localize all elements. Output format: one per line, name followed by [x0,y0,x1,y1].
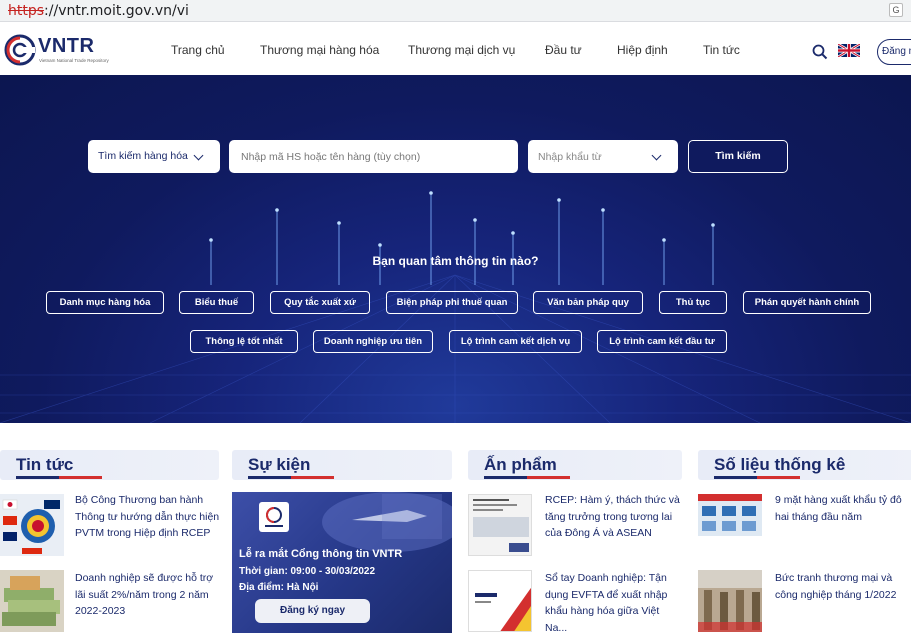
statistics-item-1[interactable]: 9 mặt hàng xuất khẩu tỷ đô hai tháng đầu… [775,492,911,525]
section-underline [714,476,800,479]
news-item-2[interactable]: Doanh nghiệp sẽ được hỗ trợ lãi suất 2%/… [75,570,220,620]
section-underline [16,476,102,479]
topic-rules-of-origin[interactable]: Quy tắc xuất xứ [270,291,370,314]
statistics-item-2[interactable]: Bức tranh thương mại và công nghiệp thán… [775,570,911,603]
nav-home[interactable]: Trang chủ [171,43,225,57]
search-type-value: Tìm kiếm hàng hóa [98,150,188,162]
events-section-title: Sự kiện [248,455,311,474]
event-place: Địa điểm: Hà Nội [239,582,319,593]
hs-code-search-input[interactable] [229,140,518,173]
publication-item-2[interactable]: Sổ tay Doanh nghiệp: Tận dụng EVFTA để x… [545,570,682,636]
statistics-section-header[interactable]: Số liệu thống kê [698,450,911,480]
topic-rulings[interactable]: Phán quyết hành chính [743,291,871,314]
hero-question: Bạn quan tâm thông tin nào? [372,254,539,268]
news-item-1[interactable]: Bộ Công Thương ban hành Thông tư hướng d… [75,492,220,542]
logo-mark-icon [4,34,36,66]
statistics-section-title: Số liệu thống kê [714,455,846,474]
topic-service-commitments[interactable]: Lộ trình cam kết dịch vụ [449,330,582,353]
hero-background-graphic [0,191,911,423]
nav-news[interactable]: Tin tức [703,43,740,57]
export-infographic-image [698,494,762,531]
topic-non-tariff[interactable]: Biện pháp phi thuế quan [386,291,518,314]
statistics-thumbnail-1[interactable] [698,494,762,536]
chevron-down-icon [193,150,204,161]
publication-thumbnail-1[interactable] [468,494,532,556]
import-market-select[interactable]: Nhập khẩu từ [528,140,678,173]
publication-cover-image [473,499,529,552]
search-button[interactable]: Tìm kiếm [688,140,788,173]
login-button[interactable]: Đăng n [877,39,911,65]
topic-tariff[interactable]: Biểu thuế [179,291,254,314]
translate-icon[interactable]: G [889,3,903,17]
search-icon[interactable] [812,44,828,60]
event-title: Lễ ra mắt Cổng thông tin VNTR [239,548,403,560]
publications-section-header[interactable]: Ấn phẩm [468,450,682,480]
section-underline [484,476,570,479]
nav-services-trade[interactable]: Thương mại dịch vụ [408,43,515,57]
logo-text: VNTR [38,35,95,57]
nav-goods-trade[interactable]: Thương mại hàng hóa [260,43,379,57]
publications-section-title: Ấn phẩm [484,455,557,474]
url-host: ://vntr.moit.gov.vn/vi [44,3,189,19]
chevron-down-icon [651,150,662,161]
publication-thumbnail-2[interactable] [468,570,532,632]
section-underline [248,476,334,479]
url-protocol: https [8,3,45,19]
asean-map-image [2,499,60,554]
topic-legal-docs[interactable]: Văn bản pháp quy [533,291,643,314]
topic-goods-catalog[interactable]: Danh mục hàng hóa [46,291,164,314]
import-market-value: Nhập khẩu từ [538,151,602,163]
logo-subtitle: Vietnam National Trade Repository [39,58,109,63]
event-logo [259,502,289,532]
nav-investment[interactable]: Đầu tư [545,43,582,57]
topic-procedures[interactable]: Thủ tục [659,291,727,314]
address-bar[interactable]: https://vntr.moit.gov.vn/vi G [0,0,911,22]
evfta-handbook-cover-image [475,587,531,631]
hero-banner: Tìm kiếm hàng hóa Nhập khẩu từ Tìm kiếm … [0,75,911,423]
news-section-title: Tin tức [16,455,74,474]
register-button[interactable]: Đăng ký ngay [255,599,370,623]
site-logo[interactable]: VNTR Vietnam National Trade Repository [4,33,109,67]
event-time: Thời gian: 09:00 - 30/03/2022 [239,566,376,577]
logo-mark-icon [265,507,283,527]
topic-priority-enterprise[interactable]: Doanh nghiệp ưu tiên [313,330,433,353]
events-section-header[interactable]: Sự kiện [232,450,452,480]
nav-agreements[interactable]: Hiệp định [617,43,668,57]
url-text[interactable]: https://vntr.moit.gov.vn/vi [8,3,189,19]
uk-flag-icon[interactable] [838,44,860,57]
news-thumbnail-1[interactable] [0,494,64,556]
search-type-select[interactable]: Tìm kiếm hàng hóa [88,140,220,173]
topic-investment-commitments[interactable]: Lộ trình cam kết đầu tư [597,330,727,353]
site-header: VNTR Vietnam National Trade Repository T… [0,22,911,75]
topic-best-practices[interactable]: Thông lệ tốt nhất [190,330,298,353]
statistics-thumbnail-2[interactable] [698,570,762,632]
news-section-header[interactable]: Tin tức [0,450,219,480]
event-card[interactable]: Lễ ra mắt Cổng thông tin VNTR Thời gian:… [232,492,452,633]
news-thumbnail-2[interactable] [0,570,64,632]
industry-warehouse-image [698,570,762,632]
publication-item-1[interactable]: RCEP: Hàm ý, thách thức và tăng trưởng t… [545,492,682,542]
money-image [2,576,60,626]
